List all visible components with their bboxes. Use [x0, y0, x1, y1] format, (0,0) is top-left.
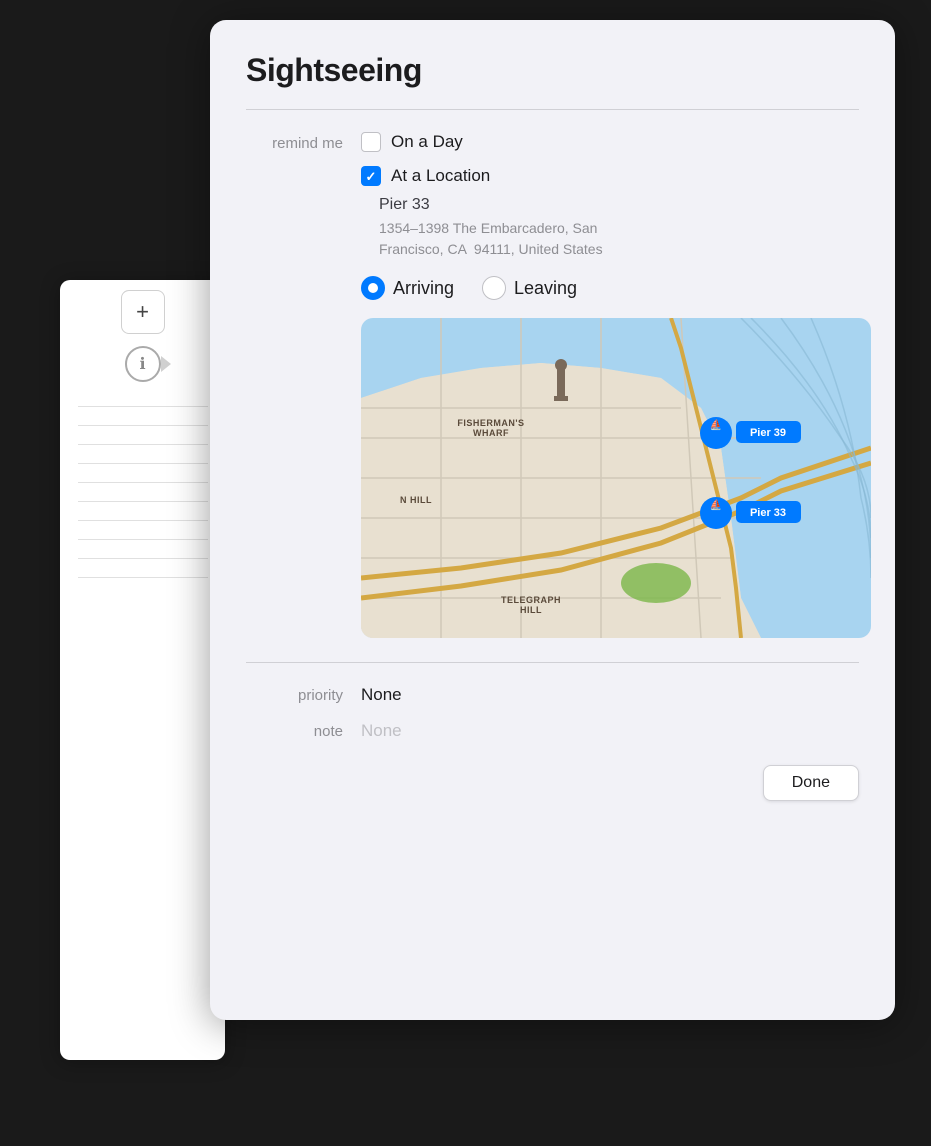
sidebar-divider-4 [78, 463, 208, 464]
priority-label: priority [246, 687, 361, 704]
remind-label: remind me [246, 132, 361, 152]
on-a-day-row[interactable]: On a Day [361, 132, 490, 152]
dialog-title: Sightseeing [246, 52, 859, 89]
plus-icon: + [136, 299, 149, 325]
leaving-label: Leaving [514, 278, 577, 299]
info-button[interactable]: ℹ [125, 346, 161, 382]
sidebar-divider-1 [78, 406, 208, 407]
at-a-location-checkbox[interactable] [361, 166, 381, 186]
map-svg: FISHERMAN'S WHARF N HILL TELEGRAPH HILL … [361, 318, 871, 638]
note-label: note [246, 723, 361, 740]
svg-text:WHARF: WHARF [473, 428, 509, 438]
sidebar-divider-9 [78, 558, 208, 559]
sidebar-list [78, 406, 208, 578]
location-details: Pier 33 1354–1398 The Embarcadero, SanFr… [379, 196, 859, 260]
svg-text:FISHERMAN'S: FISHERMAN'S [457, 418, 524, 428]
info-icon: ℹ [139, 354, 145, 374]
sidebar-divider-10 [78, 577, 208, 578]
note-value[interactable]: None [361, 721, 402, 741]
sidebar-divider-2 [78, 425, 208, 426]
at-a-location-label: At a Location [391, 166, 490, 186]
svg-text:N HILL: N HILL [400, 495, 432, 505]
bottom-section: priority None note None [246, 662, 859, 741]
title-divider [246, 109, 859, 110]
sidebar-divider-6 [78, 501, 208, 502]
on-a-day-checkbox[interactable] [361, 132, 381, 152]
svg-text:TELEGRAPH: TELEGRAPH [501, 595, 561, 605]
remind-section: remind me On a Day At a Location [246, 132, 859, 186]
sidebar-divider-8 [78, 539, 208, 540]
leaving-radio[interactable] [482, 276, 506, 300]
done-button[interactable]: Done [763, 765, 859, 801]
at-a-location-row[interactable]: At a Location [361, 166, 490, 186]
map-container[interactable]: FISHERMAN'S WHARF N HILL TELEGRAPH HILL … [361, 318, 871, 638]
leaving-option[interactable]: Leaving [482, 276, 577, 300]
sidebar-divider-5 [78, 482, 208, 483]
priority-value[interactable]: None [361, 685, 402, 705]
svg-text:Pier 39: Pier 39 [750, 427, 786, 439]
note-row: note None [246, 721, 859, 741]
arriving-option[interactable]: Arriving [361, 276, 454, 300]
reminder-dialog: Sightseeing remind me On a Day At a Loca… [210, 20, 895, 1020]
svg-text:⛵: ⛵ [710, 498, 722, 511]
priority-row: priority None [246, 685, 859, 705]
sidebar-divider-3 [78, 444, 208, 445]
remind-options: On a Day At a Location [361, 132, 490, 186]
arriving-radio[interactable] [361, 276, 385, 300]
location-address: 1354–1398 The Embarcadero, SanFrancisco,… [379, 218, 859, 260]
arriving-label: Arriving [393, 278, 454, 299]
sidebar-divider-7 [78, 520, 208, 521]
add-button[interactable]: + [121, 290, 165, 334]
svg-text:HILL: HILL [520, 605, 542, 615]
svg-text:⛵: ⛵ [710, 418, 722, 431]
svg-text:Pier 33: Pier 33 [750, 507, 786, 519]
location-name: Pier 33 [379, 196, 859, 214]
on-a-day-label: On a Day [391, 132, 463, 152]
sidebar: + ℹ [60, 280, 225, 1060]
done-button-row: Done [246, 765, 859, 801]
arrival-leaving-row: Arriving Leaving [361, 276, 859, 300]
